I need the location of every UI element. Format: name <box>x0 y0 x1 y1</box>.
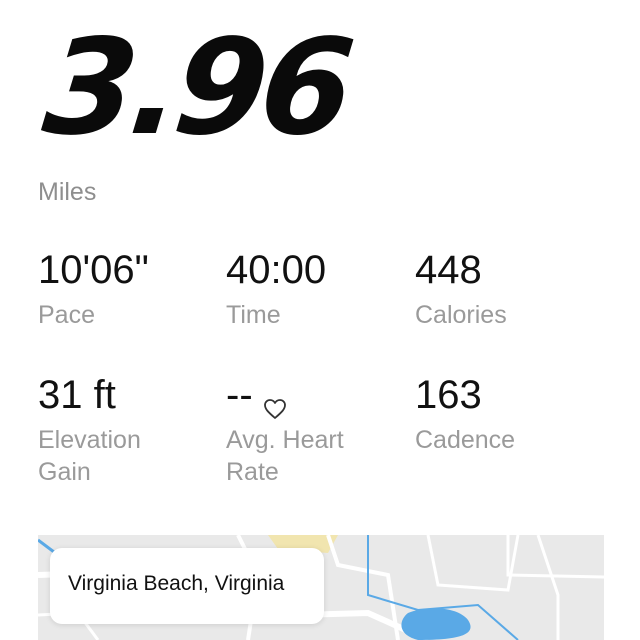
pace-value: 10'06" <box>38 248 149 292</box>
cadence-value: 163 <box>415 373 482 417</box>
distance-value: 3.96 <box>37 11 356 165</box>
time-value: 40:00 <box>226 248 327 292</box>
heart-rate-value-row: -- <box>226 372 344 419</box>
stat-cadence: 163 Cadence <box>415 372 515 456</box>
stat-pace: 10'06" Pace <box>38 247 149 331</box>
calories-value: 448 <box>415 248 482 292</box>
calories-label: Calories <box>415 301 507 329</box>
pace-label: Pace <box>38 301 95 329</box>
heart-rate-label-line1: Avg. Heart <box>226 426 344 454</box>
heart-outline-icon <box>263 384 287 419</box>
location-name: Virginia Beach, Virginia <box>68 572 285 595</box>
heart-rate-label-line2: Rate <box>226 458 279 486</box>
stat-elevation-gain: 31 ft Elevation Gain <box>38 372 141 488</box>
heart-rate-value: -- <box>226 373 253 417</box>
stat-avg-heart-rate: -- Avg. Heart Rate <box>226 372 344 488</box>
distance-unit-label: Miles <box>38 178 97 206</box>
elevation-label-line2: Gain <box>38 458 91 486</box>
location-card[interactable]: Virginia Beach, Virginia <box>50 548 324 624</box>
cadence-label: Cadence <box>415 426 516 454</box>
elevation-label: Elevation Gain <box>38 424 141 488</box>
stat-time: 40:00 Time <box>226 247 326 331</box>
heart-rate-label: Avg. Heart Rate <box>226 424 344 488</box>
elevation-value: 31 ft <box>38 373 116 417</box>
time-label: Time <box>226 301 281 329</box>
elevation-label-line1: Elevation <box>38 426 141 454</box>
stat-calories: 448 Calories <box>415 247 507 331</box>
